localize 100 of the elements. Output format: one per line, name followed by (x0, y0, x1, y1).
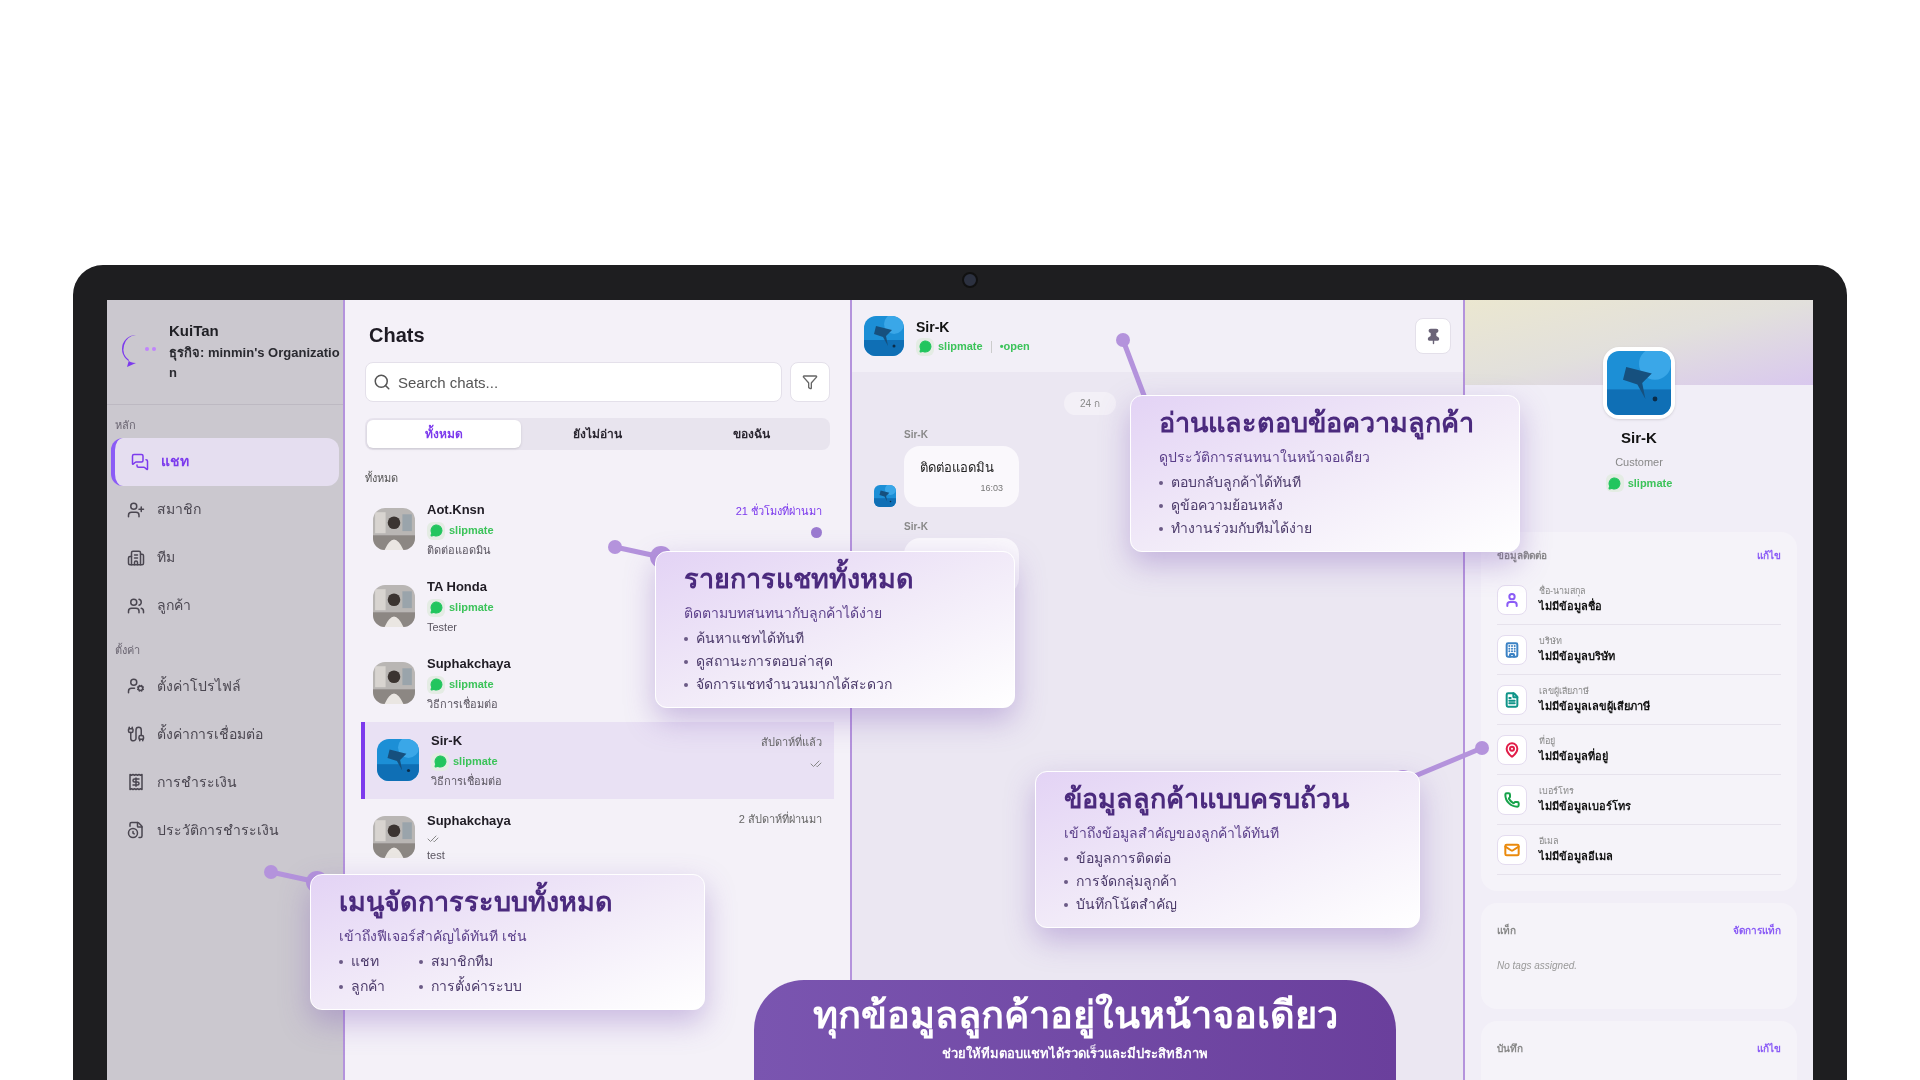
channel-name: slipmate (449, 677, 494, 693)
message-preview: วิธีการเชื่อมต่อ (427, 695, 498, 712)
callout-subtitle: เข้าถึงฟีเจอร์สำคัญได้ทันที เช่น (339, 927, 528, 947)
panel-title: Chats (368, 323, 426, 348)
nav-icon (127, 821, 145, 839)
callout-title: อ่านและตอบข้อความลูกค้า (1159, 407, 1475, 442)
organization-name: ธุรกิจ: minmin's Organization (169, 343, 341, 382)
nav-item[interactable]: แชท (111, 437, 339, 486)
section-label: หลัก (114, 418, 137, 433)
message-preview: วิธีการเชื่อมต่อ (431, 772, 502, 789)
channel-name: slipmate (449, 600, 494, 616)
logo-icon (119, 332, 157, 368)
field-label: บริษัท (1539, 634, 1563, 648)
chat-app-icon (427, 521, 445, 540)
sender-name: Sir-K (904, 428, 928, 442)
field-value: ไม่มีข้อมูลบริษัท (1539, 649, 1615, 665)
callout-title: ข้อมูลลูกค้าแบบครบถ้วน (1064, 783, 1351, 818)
callout-bullet: ดูข้อความย้อนหลัง (1159, 495, 1491, 517)
manage-tags-link[interactable]: จัดการแท็ก (1733, 923, 1781, 938)
message-preview: ติดต่อแอดมิน (427, 542, 491, 558)
callout-bullet: ลูกค้า (339, 976, 419, 998)
chat-row[interactable]: Sir-K slipmate วิธีการเชื่อมต่อ สัปดาห์ที่แล้ว (361, 721, 834, 799)
nav-item[interactable]: ทีม (111, 533, 339, 582)
field-label: ชื่อ-นามสกุล (1539, 584, 1587, 598)
nav-item[interactable]: ตั้งค่าโปรไฟล์ (111, 662, 339, 710)
callout-bullet: ข้อมูลการติดต่อ (1064, 848, 1391, 870)
contact-name: Suphakchaya (427, 812, 511, 830)
card-title: แท็ก (1497, 923, 1516, 938)
field-label: เบอร์โทร (1539, 784, 1575, 798)
filter-button[interactable] (790, 362, 830, 402)
search-field[interactable]: Search chats... (365, 362, 782, 402)
tab[interactable]: ทั้งหมด (367, 420, 521, 448)
empty-tags-text: No tags assigned. (1497, 959, 1579, 973)
contact-name: TA Honda (427, 578, 487, 596)
nav-item[interactable]: ลูกค้า (111, 581, 339, 630)
message-preview: test (427, 847, 445, 863)
search-icon (373, 373, 391, 391)
nav-item[interactable]: ประวัติการชำระเงิน (111, 806, 339, 854)
sender-name: Sir-K (904, 520, 928, 534)
chat-row[interactable]: Suphakchaya test 2 สัปดาห์ที่ผ่านมา (361, 798, 834, 876)
callout-bullet: ทำงานร่วมกับทีมได้ง่าย (1159, 518, 1491, 540)
nav-icon (127, 773, 145, 791)
message-time: 16:03 (980, 481, 1003, 495)
contact-name: Sir-K (916, 317, 951, 337)
channel-name: slipmate (449, 523, 494, 539)
callout-bullet: สมาชิกทีม (419, 951, 676, 973)
callout-bullet: การจัดกลุ่มลูกค้า (1064, 871, 1391, 893)
pin-button[interactable] (1415, 318, 1451, 354)
callout-bullet: ตอบกลับลูกค้าได้ทันที (1159, 472, 1491, 494)
channel-name: slipmate (1627, 475, 1673, 491)
callout-title: เมนูจัดการระบบทั้งหมด (339, 883, 676, 923)
nav-item[interactable]: ตั้งค่าการเชื่อมต่อ (111, 710, 339, 758)
nav-icon (127, 500, 145, 519)
message-time: 21 ชั่วโมงที่ผ่านมา (735, 502, 822, 519)
card-title: บันทึก (1497, 1042, 1523, 1056)
customer-name: Sir-K (1621, 428, 1657, 448)
nav-icon (127, 725, 145, 743)
chat-app-icon (431, 752, 449, 771)
callout-bullet: บันทึกโน้ตสำคัญ (1064, 894, 1391, 916)
channel-name: slipmate (938, 339, 983, 355)
callout-subtitle: ติดตามบทสนทนากับลูกค้าได้ง่าย (684, 604, 883, 624)
field-label: ที่อยู่ (1539, 734, 1556, 748)
callout-subtitle: ดูประวัติการสนทนาในหน้าจอเดียว (1159, 448, 1371, 468)
field-label: เลขผู้เสียภาษี (1539, 684, 1590, 698)
message-time: สัปดาห์ที่แล้ว (761, 733, 822, 750)
nav-icon (127, 548, 145, 567)
card-title: ข้อมูลติดต่อ (1497, 549, 1547, 563)
callout-bullet: ดูสถานะการตอบล่าสุด (684, 651, 986, 673)
banner-title: ทุกข้อมูลลูกค้าอยู่ในหน้าจอเดียว (812, 992, 1338, 1040)
edit-link[interactable]: แก้ไข (1757, 548, 1781, 563)
section-label: ทั้งหมด (364, 470, 399, 486)
contact-name: Suphakchaya (427, 655, 511, 673)
chat-app-icon (1605, 474, 1624, 492)
callout-bullet: การตั้งค่าระบบ (419, 976, 676, 998)
field-value: ไม่มีข้อมูลที่อยู่ (1539, 748, 1608, 765)
status-label: •open (999, 339, 1030, 355)
channel-name: slipmate (453, 754, 498, 770)
tab[interactable]: ยังไม่อ่าน (520, 420, 675, 448)
chat-app-icon (427, 675, 445, 694)
nav-item[interactable]: การชำระเงิน (111, 758, 339, 806)
contact-name: Aot.Knsn (427, 501, 485, 519)
field-value: ไม่มีข้อมูลเลขผู้เสียภาษี (1539, 699, 1650, 715)
user-name: KuiTan (169, 321, 220, 341)
field-value: ไม่มีข้อมูลเบอร์โทร (1539, 798, 1631, 815)
message-time: 2 สัปดาห์ที่ผ่านมา (738, 810, 822, 827)
nav-icon (127, 677, 145, 695)
tab[interactable]: ของฉัน (674, 420, 828, 448)
nav-item[interactable]: สมาชิก (111, 485, 339, 534)
nav-icon (131, 452, 149, 471)
callout-subtitle: เข้าถึงข้อมูลสำคัญของลูกค้าได้ทันที (1064, 824, 1280, 844)
edit-link[interactable]: แก้ไข (1757, 1041, 1781, 1056)
customer-role: Customer (1615, 454, 1663, 470)
field-label: อีเมล (1539, 834, 1560, 848)
section-label: ตั้งค่า (114, 642, 141, 658)
contact-name: Sir-K (431, 732, 463, 750)
banner-subtitle: ช่วยให้ทีมตอบแชทได้รวดเร็วและมีประสิทธิภาพ (942, 1043, 1208, 1063)
message-text: ติดต่อแอดมิน (920, 459, 995, 477)
chat-app-icon (427, 598, 445, 617)
nav-icon (127, 596, 145, 615)
callout-bullet: จัดการแชทจำนวนมากได้สะดวก (684, 674, 986, 696)
